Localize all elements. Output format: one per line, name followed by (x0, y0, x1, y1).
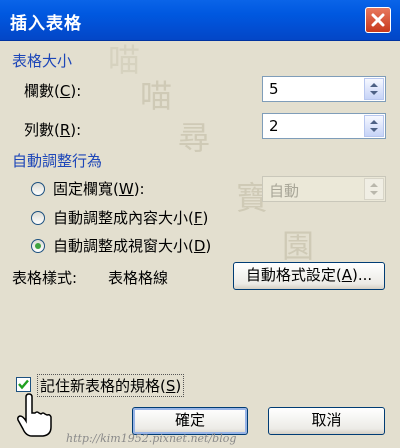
autofit-contents-label: 自動調整成內容大小(F) (53, 209, 209, 227)
spin-arrows-icon (370, 120, 378, 132)
columns-spin-buttons[interactable] (364, 78, 384, 100)
fixed-width-spin-buttons[interactable] (364, 178, 384, 200)
columns-spinner[interactable]: 5 (262, 76, 386, 102)
spin-arrows-icon (370, 183, 378, 195)
rows-spin-buttons[interactable] (364, 115, 384, 137)
table-style-label: 表格樣式: (12, 269, 78, 287)
remember-label: 記住新表格的規格(S) (37, 374, 185, 397)
fixed-width-label: 固定欄寬(W): (53, 180, 145, 198)
section-table-size: 表格大小 (12, 52, 73, 70)
title-bar: 插入表格 (0, 0, 400, 41)
watermark-char: 園 (282, 227, 315, 265)
radio-autofit-window[interactable] (31, 239, 45, 253)
close-button[interactable] (365, 7, 391, 33)
window-title: 插入表格 (10, 14, 82, 34)
fixed-width-spinner[interactable]: 自動 (262, 176, 386, 202)
rows-spinner[interactable]: 2 (262, 113, 386, 139)
radio-fixed-width[interactable] (31, 182, 45, 196)
cancel-button[interactable]: 取消 (268, 407, 385, 435)
remember-checkbox[interactable] (16, 377, 31, 392)
columns-value: 5 (269, 80, 279, 98)
autofit-window-label: 自動調整成視窗大小(D) (53, 237, 212, 255)
section-autofit: 自動調整行為 (12, 152, 103, 170)
columns-label: 欄數(C): (24, 82, 82, 100)
radio-autofit-contents[interactable] (31, 211, 45, 225)
radio-selected-dot (35, 243, 41, 249)
ok-button[interactable]: 確定 (132, 407, 248, 435)
dialog-body: 喵 喵 尋 寶 園 表格大小 欄數(C): 5 列數(R): 2 自動調整行為 … (0, 41, 400, 448)
fixed-width-value: 自動 (269, 182, 300, 200)
autoformat-button[interactable]: 自動格式設定(A)... (233, 262, 385, 290)
rows-value: 2 (269, 117, 279, 135)
footer-url: http://kim1952.pixnet.net/blog (66, 432, 237, 445)
table-style-value: 表格格線 (108, 269, 169, 287)
close-icon (371, 13, 385, 27)
rows-label: 列數(R): (24, 121, 82, 139)
watermark-char: 尋 (178, 119, 211, 157)
watermark-char: 喵 (108, 41, 141, 79)
spin-arrows-icon (370, 83, 378, 95)
hand-cursor-icon (17, 393, 52, 437)
check-icon (18, 379, 29, 390)
watermark-char: 喵 (140, 77, 173, 115)
